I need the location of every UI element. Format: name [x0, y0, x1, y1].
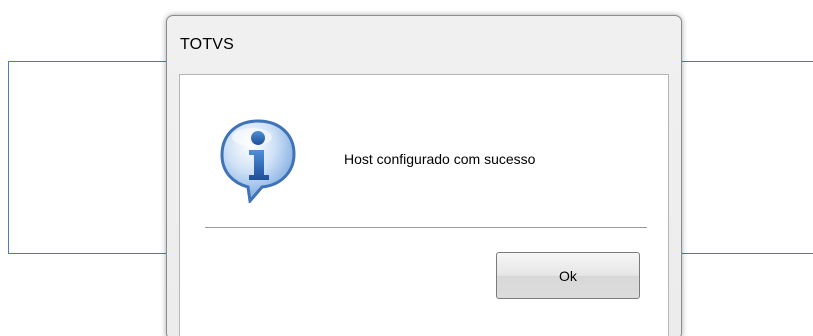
ok-button[interactable]: Ok [496, 252, 640, 299]
screen: TOTVS Host configurado com sucesso Ok [0, 0, 813, 336]
message-dialog: TOTVS Host configurado com sucesso Ok [166, 15, 682, 336]
dialog-titlebar[interactable]: TOTVS [167, 16, 681, 73]
dialog-title: TOTVS [180, 36, 235, 53]
info-icon [220, 119, 296, 203]
dialog-message: Host configurado com sucesso [344, 151, 536, 167]
dialog-divider [205, 227, 647, 229]
dialog-content: Host configurado com sucesso Ok [179, 74, 669, 336]
